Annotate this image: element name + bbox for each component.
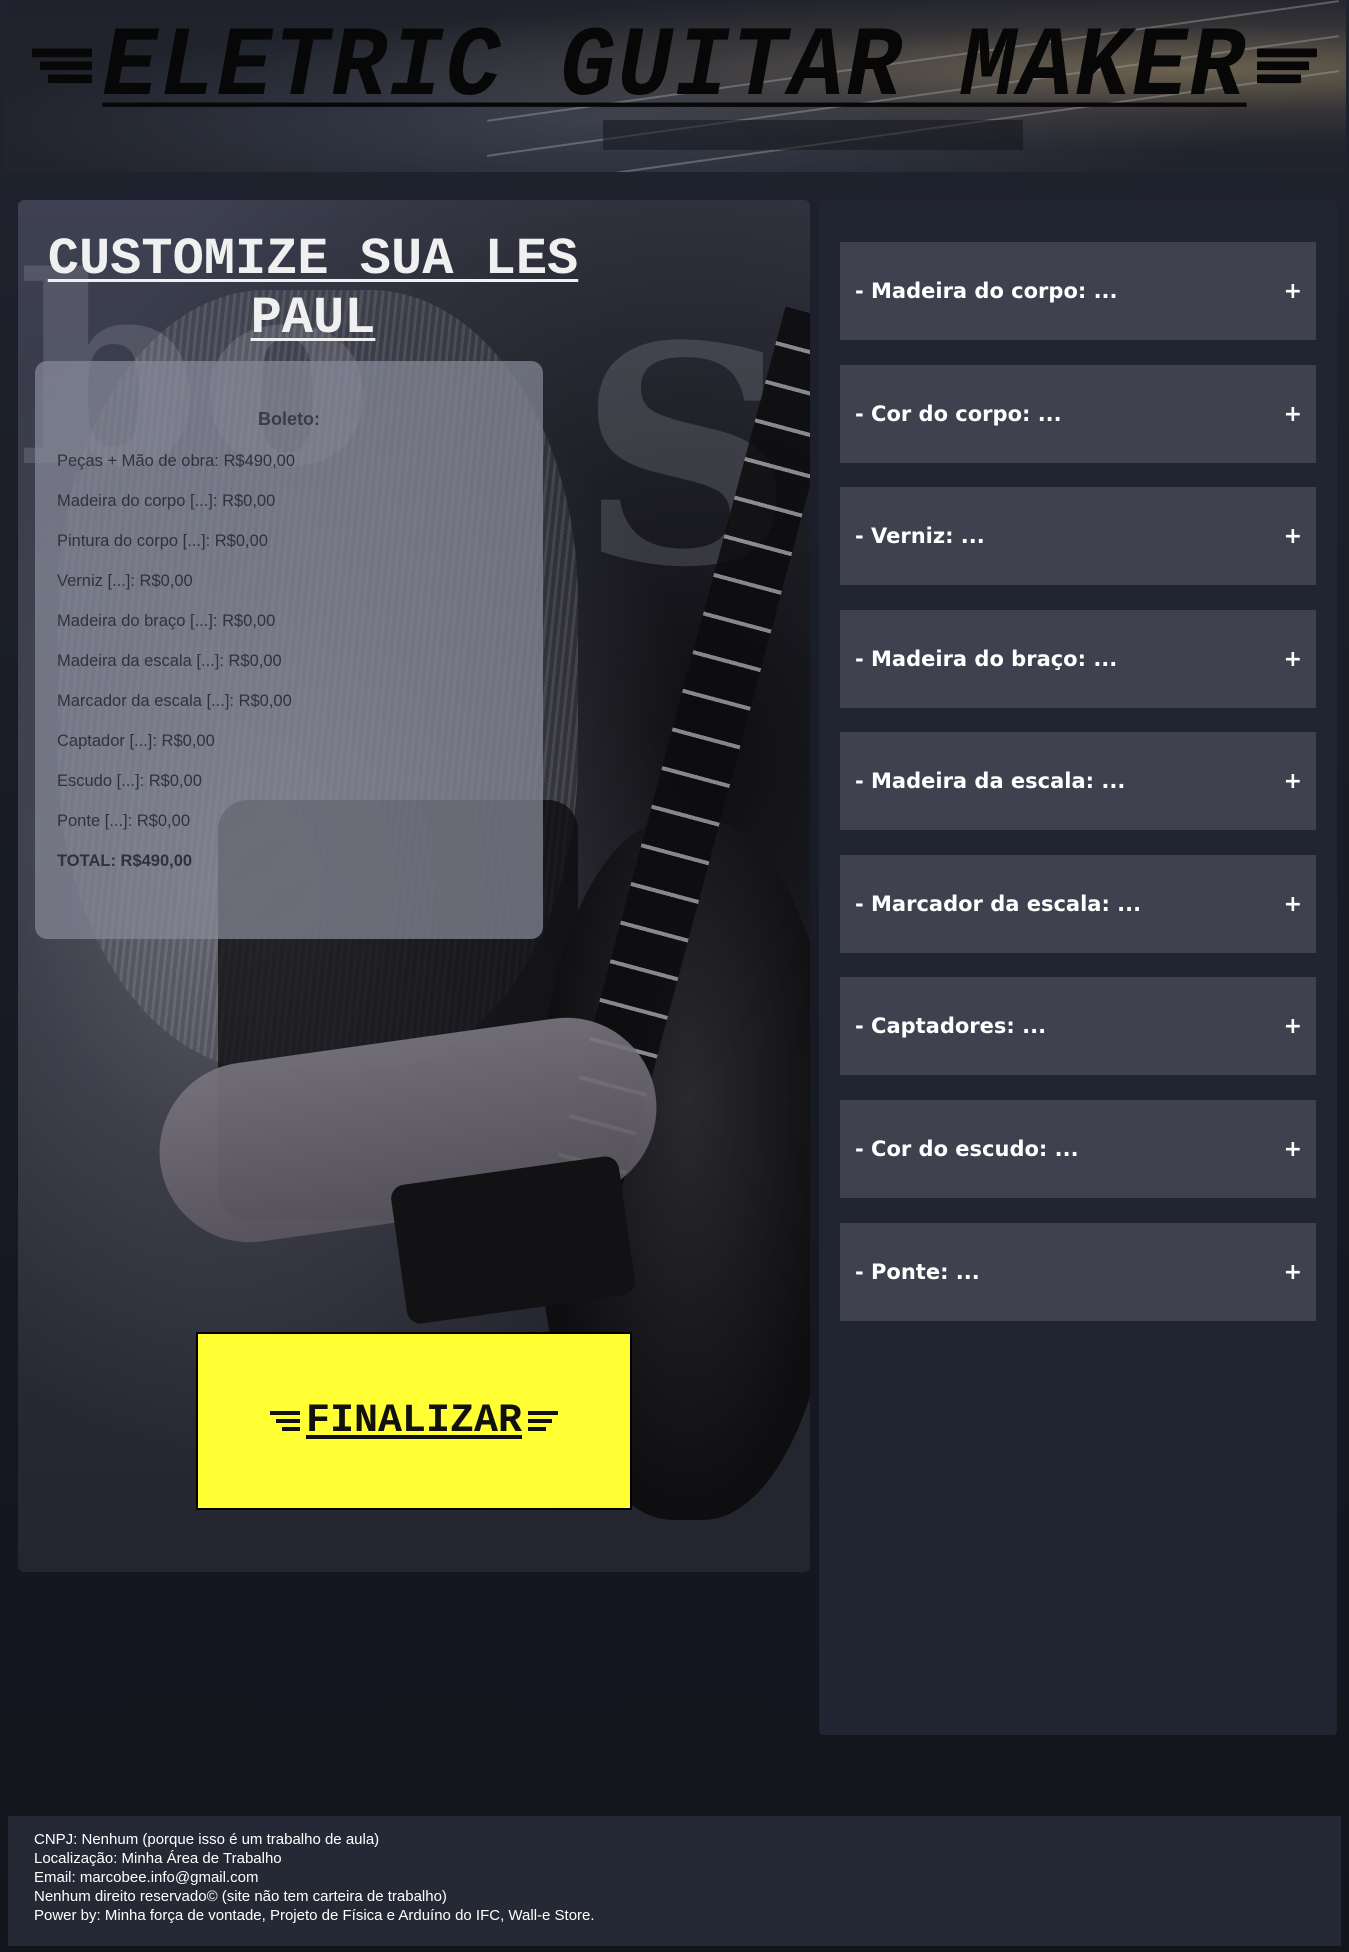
site-title: ELETRIC GUITAR MAKER [3,18,1346,117]
footer-rights: Nenhum direito reservado© (site não tem … [34,1888,447,1905]
receipt-line: Madeira da escala [...]: R$0,00 [57,652,282,670]
footer-powered-by: Power by: Minha força de vontade, Projet… [34,1907,595,1924]
receipt-total: TOTAL: R$490,00 [57,852,193,870]
option-pickguard-color[interactable]: - Cor do escudo: ... + [840,1100,1316,1198]
header-decoration [603,120,1023,150]
expand-plus-icon[interactable]: + [1284,1014,1302,1039]
option-label: - Madeira do braço: ... [855,647,1118,671]
option-label: - Cor do escudo: ... [855,1137,1079,1161]
options-panel: - Madeira do corpo: ... + - Cor do corpo… [819,200,1337,1735]
option-bridge[interactable]: - Ponte: ... + [840,1223,1316,1321]
receipt-line: Peças + Mão de obra: R$490,00 [57,452,296,470]
option-label: - Captadores: ... [855,1014,1047,1038]
receipt-line: Verniz [...]: R$0,00 [57,572,193,590]
option-pickups[interactable]: - Captadores: ... + [840,977,1316,1075]
receipt-line: Madeira do corpo [...]: R$0,00 [57,492,276,510]
option-fret-marker[interactable]: - Marcador da escala: ... + [840,855,1316,953]
right-wing-icon [1251,40,1323,96]
footer-cnpj: CNPJ: Nenhum (porque isso é um trabalho … [34,1831,380,1848]
option-varnish[interactable]: - Verniz: ... + [840,487,1316,585]
option-label: - Madeira do corpo: ... [855,279,1118,303]
customizer-title: CUSTOMIZE SUA LES PAUL [47,230,579,348]
left-wing-icon [26,40,98,96]
expand-plus-icon[interactable]: + [1284,524,1302,549]
receipt-line: Madeira do braço [...]: R$0,00 [57,612,276,630]
receipt-line: Captador [...]: R$0,00 [57,732,215,750]
site-header: ELETRIC GUITAR MAKER [3,0,1346,172]
expand-plus-icon[interactable]: + [1284,892,1302,917]
option-neck-wood[interactable]: - Madeira do braço: ... + [840,610,1316,708]
option-fretboard-wood[interactable]: - Madeira da escala: ... + [840,732,1316,830]
customizer-panel: bo S CUSTOMIZE SUA LES PAUL Boleto: Peça… [18,200,810,1572]
expand-plus-icon[interactable]: + [1284,769,1302,794]
option-label: - Madeira da escala: ... [855,769,1126,793]
finalize-label: FINALIZAR [305,1398,523,1444]
receipt-line: Ponte [...]: R$0,00 [57,812,190,830]
expand-plus-icon[interactable]: + [1284,279,1302,304]
receipt-line: Pintura do corpo [...]: R$0,00 [57,532,268,550]
option-label: - Cor do corpo: ... [855,402,1062,426]
site-title-text: ELETRIC GUITAR MAKER [102,10,1247,125]
receipt-heading: Boleto: [258,409,320,429]
footer-location: Localização: Minha Área de Trabalho [34,1850,282,1867]
option-label: - Marcador da escala: ... [855,892,1142,916]
option-label: - Ponte: ... [855,1260,980,1284]
site-footer: CNPJ: Nenhum (porque isso é um trabalho … [8,1816,1341,1946]
expand-plus-icon[interactable]: + [1284,647,1302,672]
right-wing-icon [526,1408,560,1434]
finalize-button[interactable]: FINALIZAR [196,1332,632,1510]
option-body-wood[interactable]: - Madeira do corpo: ... + [840,242,1316,340]
option-label: - Verniz: ... [855,524,985,548]
footer-email: Email: marcobee.info@gmail.com [34,1869,259,1886]
receipt-line: Marcador da escala [...]: R$0,00 [57,692,292,710]
receipt-box: Boleto: Peças + Mão de obra: R$490,00 Ma… [35,361,543,939]
option-body-color[interactable]: - Cor do corpo: ... + [840,365,1316,463]
expand-plus-icon[interactable]: + [1284,1260,1302,1285]
left-wing-icon [268,1408,302,1434]
expand-plus-icon[interactable]: + [1284,1137,1302,1162]
receipt-line: Escudo [...]: R$0,00 [57,772,202,790]
expand-plus-icon[interactable]: + [1284,402,1302,427]
finalize-button-content: FINALIZAR [268,1399,560,1444]
